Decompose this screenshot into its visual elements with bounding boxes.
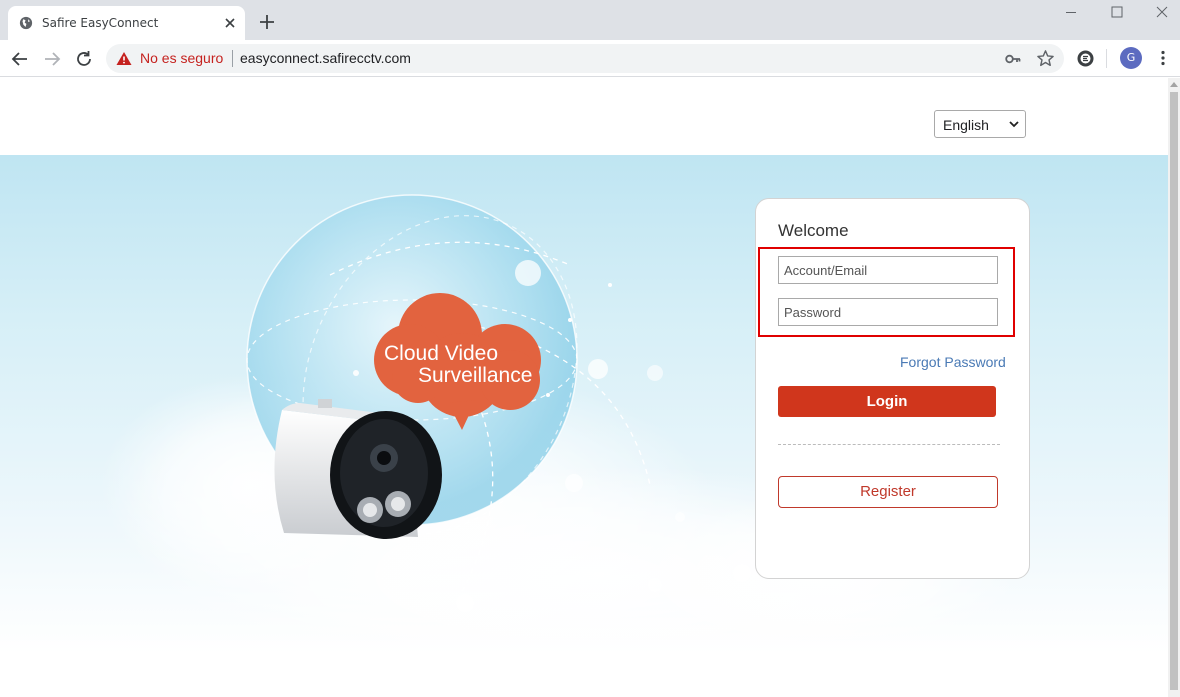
browser-tab[interactable]: Safire EasyConnect — [8, 6, 245, 40]
extension-icon[interactable] — [1076, 49, 1095, 68]
password-placeholder: Password — [784, 305, 842, 320]
hero-line-1: Cloud Video — [384, 342, 499, 365]
profile-avatar[interactable]: G — [1120, 47, 1142, 69]
account-email-placeholder: Account/Email — [784, 263, 868, 278]
register-button[interactable]: Register — [778, 476, 998, 508]
kebab-menu-icon[interactable] — [1154, 49, 1172, 67]
password-input[interactable]: Password — [778, 298, 998, 326]
browser-toolbar: No es seguro easyconnect.safirecctv.com … — [0, 40, 1180, 77]
welcome-heading: Welcome — [778, 221, 849, 240]
account-email-input[interactable]: Account/Email — [778, 256, 998, 284]
tab-title: Safire EasyConnect — [42, 16, 159, 30]
language-select[interactable]: English — [934, 110, 1026, 138]
scroll-up-icon[interactable] — [1170, 81, 1178, 87]
security-status[interactable]: No es seguro — [140, 50, 223, 66]
scroll-thumb[interactable] — [1170, 92, 1178, 690]
login-button[interactable]: Login — [778, 386, 996, 417]
url-text[interactable]: easyconnect.safirecctv.com — [240, 50, 411, 66]
hero-line-2: Surveillance — [418, 364, 533, 387]
close-tab-icon[interactable] — [222, 15, 238, 31]
language-selected: English — [943, 117, 989, 133]
login-panel: Welcome Account/Email Password Forgot Pa… — [755, 198, 1030, 579]
bookmark-star-icon[interactable] — [1036, 49, 1055, 68]
warning-icon[interactable] — [116, 51, 132, 66]
form-divider — [778, 444, 1000, 445]
maximize-icon[interactable] — [1094, 0, 1140, 26]
window-close-icon[interactable] — [1138, 0, 1180, 26]
new-tab-icon[interactable] — [258, 13, 276, 31]
tab-strip: Safire EasyConnect — [0, 0, 1180, 40]
key-icon[interactable] — [1004, 50, 1022, 68]
back-arrow-icon[interactable] — [9, 48, 31, 70]
forward-arrow-icon[interactable] — [41, 48, 63, 70]
chevron-down-icon — [1009, 121, 1019, 128]
page-scrollbar[interactable] — [1168, 78, 1180, 697]
forgot-password-link[interactable]: Forgot Password — [900, 354, 1006, 370]
globe-icon — [19, 16, 33, 30]
page-content: English Cloud Video Surveillance Welcome… — [0, 78, 1168, 697]
minimize-icon[interactable] — [1048, 0, 1094, 26]
address-bar[interactable]: No es seguro easyconnect.safirecctv.com — [106, 44, 1064, 73]
reload-icon[interactable] — [73, 48, 95, 70]
omnibox-divider — [232, 50, 233, 67]
toolbar-divider — [1106, 49, 1107, 68]
